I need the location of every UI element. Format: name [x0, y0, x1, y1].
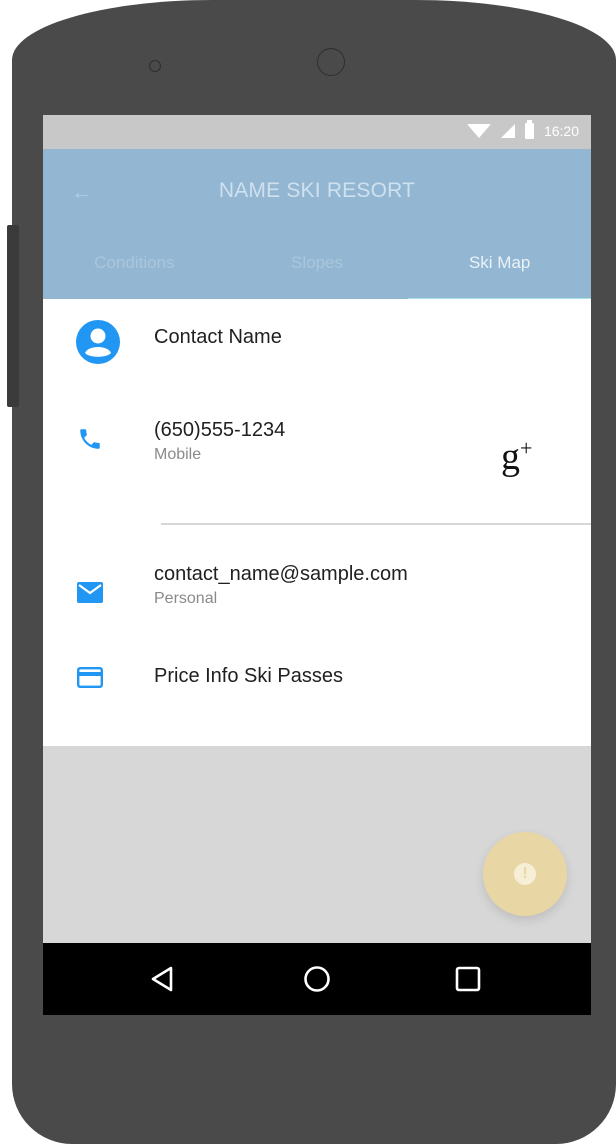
account-circle-icon [75, 319, 121, 370]
email-address: contact_name@sample.com [154, 563, 408, 585]
signal-icon [500, 124, 515, 138]
side-button [7, 225, 19, 407]
status-bar: 16:20 [43, 115, 591, 149]
google-plus-label: g+ [501, 435, 533, 478]
status-time: 16:20 [543, 123, 579, 139]
navigation-bar [43, 943, 591, 1015]
alert-fab[interactable]: ! [483, 832, 567, 916]
contact-name: Contact Name [154, 326, 282, 348]
phone-type: Mobile [154, 446, 202, 463]
nav-recents-icon[interactable] [455, 965, 481, 998]
wifi-icon [466, 124, 491, 138]
phone-number: (650)555-1234 [154, 419, 286, 441]
screen: 16:20 ← NAME SKI RESORT Conditions Slope… [43, 115, 591, 1015]
tab-bar: Conditions Slopes Ski Map [43, 243, 591, 301]
email-type: Personal [154, 590, 218, 607]
proximity-sensor [149, 60, 161, 72]
app-bar: ← NAME SKI RESORT Conditions Slopes Ski … [43, 149, 591, 301]
nav-home-icon[interactable] [303, 965, 331, 998]
email-icon [77, 582, 103, 608]
divider [161, 523, 591, 525]
nav-back-icon[interactable] [149, 965, 175, 998]
front-camera [317, 48, 345, 76]
battery-icon [524, 120, 534, 139]
page-title: NAME SKI RESORT [218, 179, 416, 202]
credit-card-icon [77, 667, 104, 693]
contact-details: Contact Name (650)555-1234 Mobile g+ con… [43, 299, 591, 746]
price-info: Price Info Ski Passes [154, 665, 343, 687]
tab-slopes[interactable]: Slopes [226, 243, 409, 299]
google-plus-icon[interactable]: g+ [501, 435, 532, 479]
phone-icon [77, 426, 103, 457]
tab-conditions[interactable]: Conditions [43, 243, 226, 299]
alert-icon: ! [514, 863, 536, 885]
tab-ski-map[interactable]: Ski Map [408, 243, 591, 301]
